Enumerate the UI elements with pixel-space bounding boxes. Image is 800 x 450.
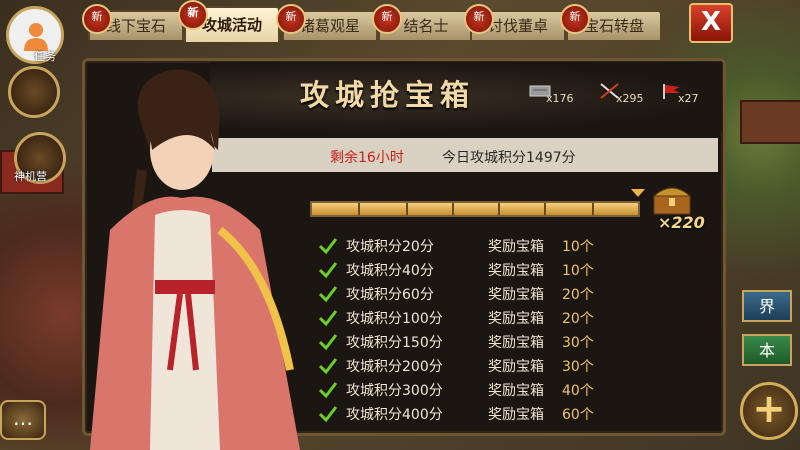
new-badge: 新	[178, 0, 208, 30]
reward-condition: 攻城积分40分	[346, 263, 434, 279]
reward-condition: 攻城积分400分	[346, 407, 443, 423]
task-label: 任务	[34, 50, 56, 63]
reward-count: 10个	[562, 239, 594, 255]
plus-button[interactable]: +	[740, 382, 798, 440]
reward-condition: 攻城积分100分	[346, 311, 443, 327]
progress-segment	[498, 203, 500, 215]
reward-label: 奖励宝箱	[488, 359, 544, 375]
person-icon	[24, 23, 48, 51]
reward-count: 30个	[562, 359, 594, 375]
reward-label: 奖励宝箱	[488, 263, 544, 279]
tab-label: 攻城活动	[201, 16, 262, 34]
reward-label: 奖励宝箱	[488, 239, 544, 255]
reward-count: 10个	[562, 263, 594, 279]
tab-befriend-scholars[interactable]: 结名士 新	[372, 4, 474, 40]
remaining-time: 剩余16小时	[330, 150, 404, 166]
reward-list: 攻城积分20分 奖励宝箱 10个 攻城积分40分 奖励宝箱 10个 攻城积分60…	[316, 234, 716, 426]
task-button[interactable]	[8, 66, 60, 118]
progress-marker-icon	[631, 189, 645, 197]
resource-count: x295	[616, 92, 644, 105]
reward-count: 40个	[562, 383, 594, 399]
score-progress-bar	[310, 201, 640, 217]
new-badge: 新	[464, 4, 494, 34]
shenji-label: 神机营	[14, 170, 47, 183]
reward-condition: 攻城积分300分	[346, 383, 443, 399]
new-badge: 新	[82, 4, 112, 34]
tab-label: 结名士	[403, 17, 449, 35]
reward-condition: 攻城积分150分	[346, 335, 443, 351]
tab-gem-wheel[interactable]: 宝石转盘 新	[560, 4, 662, 40]
tab-zhuge-stars[interactable]: 诸葛观星 新	[276, 4, 378, 40]
reward-row: 攻城积分60分 奖励宝箱 20个	[316, 282, 716, 306]
close-button[interactable]: X	[689, 3, 733, 43]
progress-segment	[406, 203, 408, 215]
reward-label: 奖励宝箱	[488, 335, 544, 351]
world-button[interactable]: 界	[742, 290, 792, 322]
progress-segment	[452, 203, 454, 215]
new-badge: 新	[372, 4, 402, 34]
reward-count: 60个	[562, 407, 594, 423]
reward-row: 攻城积分150分 奖励宝箱 30个	[316, 330, 716, 354]
progress-segment	[544, 203, 546, 215]
reward-condition: 攻城积分200分	[346, 359, 443, 375]
tab-label: 线下宝石	[105, 17, 166, 35]
reward-row: 攻城积分400分 奖励宝箱 60个	[316, 402, 716, 426]
reward-row: 攻城积分40分 奖励宝箱 10个	[316, 258, 716, 282]
resource-count: x27	[678, 92, 699, 105]
today-score: 今日攻城积分1497分	[442, 150, 576, 166]
reward-label: 奖励宝箱	[488, 407, 544, 423]
reward-row: 攻城积分300分 奖励宝箱 40个	[316, 378, 716, 402]
character-illustration	[90, 69, 300, 450]
tab-attack-dongzhuo[interactable]: 讨伐董卓 新	[464, 4, 566, 40]
tab-label: 宝石转盘	[583, 17, 644, 35]
reward-label: 奖励宝箱	[488, 383, 544, 399]
base-button[interactable]: 本	[742, 334, 792, 366]
reward-count: 20个	[562, 311, 594, 327]
reward-row: 攻城积分100分 奖励宝箱 20个	[316, 306, 716, 330]
reward-label: 奖励宝箱	[488, 311, 544, 327]
new-badge: 新	[276, 4, 306, 34]
chest-count: ×220	[658, 213, 705, 232]
reward-condition: 攻城积分20分	[346, 239, 434, 255]
tab-siege-event[interactable]: 攻城活动 新	[178, 0, 280, 42]
resource-count: x176	[546, 92, 574, 105]
background-building	[740, 100, 800, 144]
reward-condition: 攻城积分60分	[346, 287, 434, 303]
tab-label: 诸葛观星	[299, 17, 360, 35]
progress-segment	[592, 203, 594, 215]
reward-row: 攻城积分200分 奖励宝箱 30个	[316, 354, 716, 378]
chat-button[interactable]: …	[0, 400, 46, 440]
new-badge: 新	[560, 4, 590, 34]
reward-count: 20个	[562, 287, 594, 303]
progress-fill	[312, 203, 638, 215]
tab-offline-gems[interactable]: 线下宝石 新	[82, 4, 184, 40]
reward-label: 奖励宝箱	[488, 287, 544, 303]
reward-count: 30个	[562, 335, 594, 351]
progress-segment	[358, 203, 360, 215]
activity-tabs: 线下宝石 新 攻城活动 新 诸葛观星 新 结名士 新 讨伐董卓 新 宝石转盘 新	[60, 0, 676, 44]
tab-label: 讨伐董卓	[487, 17, 548, 35]
reward-row: 攻城积分20分 奖励宝箱 10个	[316, 234, 716, 258]
treasure-chest-icon[interactable]	[650, 182, 694, 216]
